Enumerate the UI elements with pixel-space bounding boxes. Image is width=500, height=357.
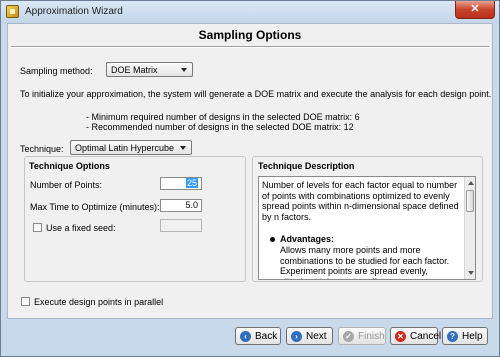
next-button[interactable]: › Next: [286, 327, 333, 345]
title-bar: Approximation Wizard ✕: [1, 1, 499, 23]
max-time-label: Max Time to Optimize (minutes):: [30, 202, 160, 212]
technique-value: Optimal Latin Hypercube: [75, 143, 175, 153]
advantages-text: Allows many more points and more combina…: [280, 245, 450, 279]
help-button-label: Help: [462, 331, 483, 342]
technique-options-group: [24, 156, 246, 282]
chevron-down-icon: [181, 68, 187, 72]
back-button-label: Back: [255, 331, 278, 342]
technique-options-title: Technique Options: [29, 161, 110, 171]
parallel-label: Execute design points in parallel: [34, 297, 164, 307]
fixed-seed-label: Use a fixed seed:: [46, 223, 116, 233]
help-button[interactable]: ? Help: [442, 327, 488, 345]
check-icon: ✓: [343, 331, 354, 342]
description-text: Number of levels for each factor equal t…: [262, 180, 459, 222]
sampling-method-label: Sampling method:: [20, 66, 93, 76]
next-arrow-icon: ›: [291, 331, 302, 342]
intro-text: To initialize your approximation, the sy…: [20, 89, 492, 99]
chevron-down-icon: [180, 146, 186, 150]
scroll-up-icon[interactable]: [468, 181, 474, 185]
cancel-icon: ✕: [395, 331, 406, 342]
scroll-thumb[interactable]: [466, 190, 474, 212]
help-icon: ?: [447, 331, 458, 342]
technique-label: Technique:: [20, 144, 64, 154]
number-of-points-value: 25: [185, 178, 198, 188]
fixed-seed-checkbox[interactable]: [33, 223, 42, 232]
cancel-button[interactable]: ✕ Cancel: [390, 327, 442, 345]
technique-description-box[interactable]: Number of levels for each factor equal t…: [258, 176, 476, 280]
wizard-content: Sampling Options Sampling method: DOE Ma…: [7, 23, 493, 319]
max-time-input[interactable]: 5.0: [160, 199, 202, 212]
next-button-label: Next: [306, 331, 327, 342]
technique-description-title: Technique Description: [258, 161, 355, 171]
sampling-method-select[interactable]: DOE Matrix: [106, 62, 193, 77]
finish-button[interactable]: ✓ Finish: [338, 327, 386, 345]
scroll-down-icon[interactable]: [468, 271, 474, 275]
advantages-heading: Advantages:: [280, 234, 335, 244]
cancel-button-label: Cancel: [410, 331, 442, 342]
window-title: Approximation Wizard: [25, 6, 123, 17]
finish-button-label: Finish: [358, 331, 385, 342]
number-of-points-label: Number of Points:: [30, 180, 103, 190]
wizard-window: Approximation Wizard ✕ Sampling Options …: [0, 0, 500, 357]
back-button[interactable]: ‹ Back: [235, 327, 281, 345]
recommended-designs-text: - Recommended number of designs in the s…: [86, 122, 354, 132]
page-title: Sampling Options: [198, 28, 302, 42]
back-arrow-icon: ‹: [240, 331, 251, 342]
sampling-method-value: DOE Matrix: [111, 65, 158, 75]
min-designs-text: - Minimum required number of designs in …: [86, 112, 360, 122]
close-icon[interactable]: ✕: [455, 1, 495, 19]
bullet-icon: [270, 237, 275, 242]
app-icon: [6, 5, 19, 18]
fixed-seed-input[interactable]: [160, 219, 202, 232]
number-of-points-input[interactable]: 25: [160, 177, 202, 190]
description-scrollbar[interactable]: [464, 177, 475, 279]
title-divider: [11, 46, 489, 48]
technique-select[interactable]: Optimal Latin Hypercube: [70, 140, 192, 155]
parallel-checkbox[interactable]: [21, 297, 30, 306]
